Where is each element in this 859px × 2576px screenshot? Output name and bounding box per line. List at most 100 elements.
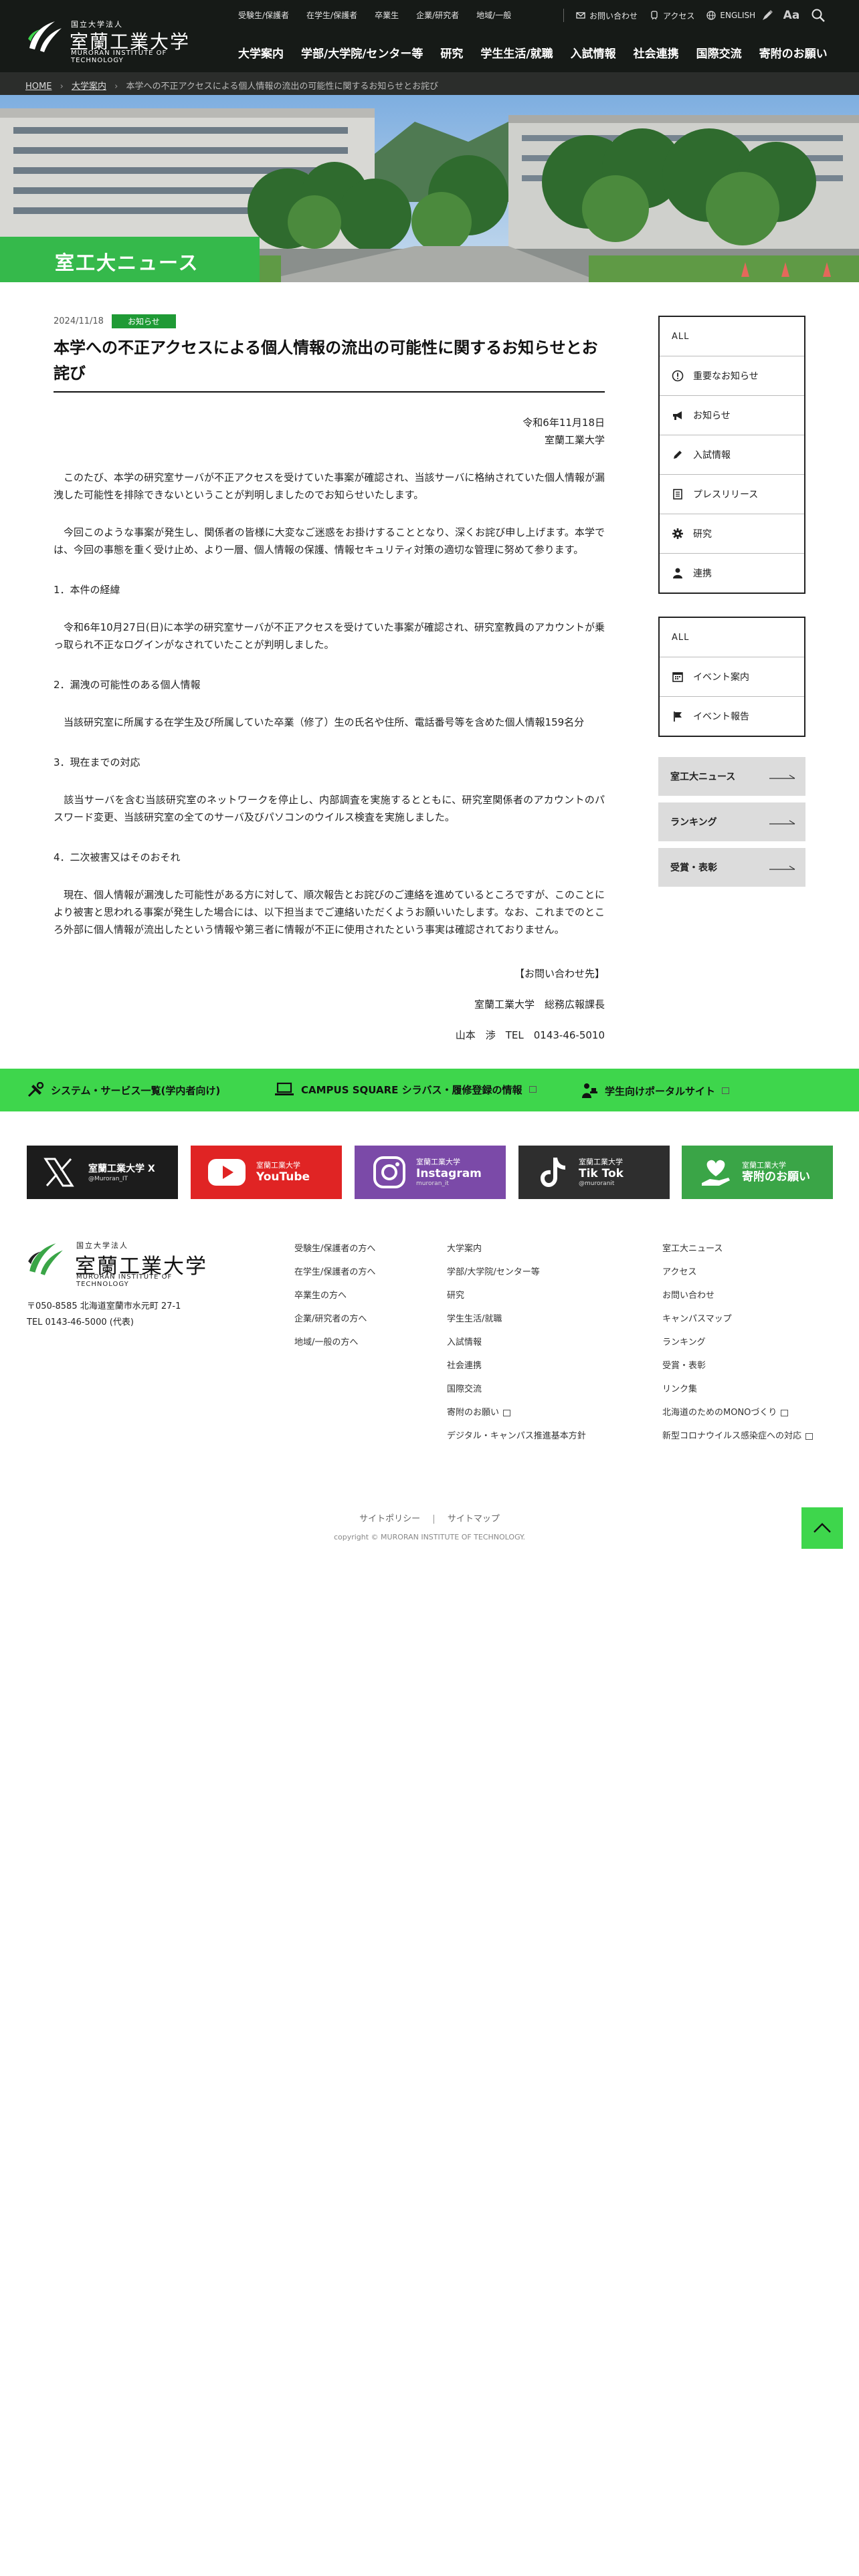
footer-link[interactable]: キャンパスマップ bbox=[662, 1307, 813, 1331]
audience-link-applicants[interactable]: 受験生/保護者 bbox=[238, 9, 289, 23]
font-size-button[interactable]: Aa bbox=[783, 7, 800, 24]
footer-logo-mark-icon bbox=[28, 1243, 63, 1275]
page-top-button[interactable] bbox=[801, 1507, 843, 1549]
nav-international[interactable]: 国際交流 bbox=[696, 44, 742, 61]
footer-link[interactable]: 国際交流 bbox=[447, 1378, 586, 1401]
external-link-icon bbox=[503, 1409, 511, 1416]
news-category-press[interactable]: プレスリリース bbox=[660, 474, 804, 514]
sidebar-button-label: 室工大ニュース bbox=[670, 772, 736, 782]
copyright: copyright © MURORAN INSTITUTE OF TECHNOL… bbox=[333, 1533, 526, 1541]
footer-link-external[interactable]: 新型コロナウイルス感染症への対応 bbox=[662, 1424, 814, 1448]
footer-info-links: 室工大ニュース アクセス お問い合わせ キャンパスマップ ランキング 受賞・表彰… bbox=[662, 1237, 814, 1448]
hero-title: 室工大ニュース bbox=[55, 251, 199, 274]
footer-link[interactable]: 室工大ニュース bbox=[662, 1237, 813, 1261]
site-logo[interactable]: 国立大学法人 室蘭工業大学 MURORAN INSTITUTE OF TECHN… bbox=[25, 16, 206, 64]
footer-link[interactable]: 研究 bbox=[447, 1284, 586, 1307]
social-donation-banner[interactable]: 室蘭工業大学 寄附のお願い bbox=[682, 1146, 833, 1199]
footer-link[interactable]: 学部/大学院/センター等 bbox=[447, 1261, 586, 1284]
pencil-icon bbox=[672, 449, 684, 461]
footer-link[interactable]: リンク集 bbox=[662, 1378, 813, 1401]
footer-link[interactable]: デジタル・キャンパス推進基本方針 bbox=[447, 1424, 586, 1448]
event-category-report[interactable]: イベント報告 bbox=[660, 696, 804, 736]
footer-logo[interactable]: 国立大学法人 室蘭工業大学 MURORAN INSTITUTE OF TECHN… bbox=[25, 1237, 226, 1288]
external-link-icon bbox=[722, 1087, 730, 1094]
quick-link-student-portal[interactable]: 学生向けポータルサイト bbox=[581, 1082, 730, 1099]
sidebar-button-ranking[interactable]: ランキング bbox=[658, 802, 805, 841]
news-category-important[interactable]: 重要なお知らせ bbox=[660, 356, 804, 395]
nav-faculties[interactable]: 学部/大学院/センター等 bbox=[301, 44, 423, 61]
sidebar-button-awards[interactable]: 受賞・表彰 bbox=[658, 848, 805, 887]
footer-link[interactable]: 地域/一般の方へ bbox=[294, 1331, 375, 1354]
access-link[interactable]: アクセス bbox=[650, 10, 694, 21]
footer-divider: | bbox=[432, 1514, 436, 1524]
footer-link[interactable]: 卒業生の方へ bbox=[294, 1284, 375, 1307]
breadcrumb-section[interactable]: 大学案内 bbox=[72, 82, 106, 92]
footer-link[interactable]: 在学生/保護者の方へ bbox=[294, 1261, 375, 1284]
social-instagram-name: Instagram bbox=[416, 1167, 482, 1180]
footer-link-external[interactable]: 寄附のお願い bbox=[447, 1401, 586, 1424]
pen-tool-icon[interactable] bbox=[759, 7, 776, 24]
nav-about[interactable]: 大学案内 bbox=[238, 44, 284, 61]
quick-link-campus-square[interactable]: CAMPUS SQUARE シラバス・履修登録の情報 bbox=[274, 1082, 537, 1097]
nav-research[interactable]: 研究 bbox=[440, 44, 463, 61]
breadcrumb-home[interactable]: HOME bbox=[25, 82, 52, 92]
social-youtube-banner[interactable]: 室蘭工業大学 YouTube bbox=[191, 1146, 342, 1199]
footer-link[interactable]: お問い合わせ bbox=[662, 1284, 813, 1307]
article-paragraph: 令和6年10月27日(日)に本学の研究室サーバが不正アクセスを受けていた事案が確… bbox=[54, 621, 605, 651]
issue-date: 令和6年11月18日 bbox=[522, 417, 605, 429]
event-category-guide[interactable]: イベント案内 bbox=[660, 657, 804, 696]
news-category-all[interactable]: ALL bbox=[660, 317, 804, 356]
nav-admissions[interactable]: 入試情報 bbox=[571, 44, 616, 61]
sidebar-button-label: 受賞・表彰 bbox=[670, 863, 717, 873]
audience-link-alumni[interactable]: 卒業生 bbox=[375, 9, 399, 23]
nav-donation[interactable]: 寄附のお願い bbox=[759, 44, 828, 61]
nav-student-life[interactable]: 学生生活/就職 bbox=[480, 44, 553, 61]
mail-icon bbox=[576, 12, 585, 19]
audience-link-business[interactable]: 企業/研究者 bbox=[416, 9, 459, 23]
footer-link[interactable]: 学生生活/就職 bbox=[447, 1307, 586, 1331]
news-category-label: プレスリリース bbox=[693, 490, 759, 500]
contact-heading: 【お問い合わせ先】 bbox=[514, 968, 605, 980]
audience-link-students[interactable]: 在学生/保護者 bbox=[306, 9, 357, 23]
footer-main-links: 大学案内 学部/大学院/センター等 研究 学生生活/就職 入試情報 社会連携 国… bbox=[447, 1237, 586, 1448]
sitemap-link[interactable]: サイトマップ bbox=[448, 1514, 500, 1524]
social-x-banner[interactable]: 室蘭工業大学 X @Muroran_IT bbox=[27, 1146, 178, 1199]
audience-links: 受験生/保護者 在学生/保護者 卒業生 企業/研究者 地域/一般 bbox=[238, 9, 511, 23]
social-x-handle: @Muroran_IT bbox=[88, 1176, 128, 1182]
footer-link-label: 新型コロナウイルス感染症への対応 bbox=[662, 1431, 802, 1441]
footer-link[interactable]: 大学案内 bbox=[447, 1237, 586, 1261]
contact-link[interactable]: お問い合わせ bbox=[576, 10, 638, 21]
main-navigation: 大学案内 学部/大学院/センター等 研究 学生生活/就職 入試情報 社会連携 国… bbox=[238, 44, 845, 61]
news-category-collaboration[interactable]: 連携 bbox=[660, 553, 804, 593]
news-category-admissions[interactable]: 入試情報 bbox=[660, 435, 804, 474]
footer-link[interactable]: 社会連携 bbox=[447, 1354, 586, 1378]
sidebar-button-label: ランキング bbox=[670, 817, 717, 828]
article-category-badge[interactable]: お知らせ bbox=[111, 314, 176, 328]
social-tiktok-banner[interactable]: 室蘭工業大学 Tik Tok @muroranit bbox=[518, 1146, 670, 1199]
news-category-label: 重要なお知らせ bbox=[693, 371, 759, 382]
footer-link-external[interactable]: 北海道のためのMONOづくり bbox=[662, 1401, 813, 1424]
footer-link[interactable]: アクセス bbox=[662, 1261, 813, 1284]
nav-collaboration[interactable]: 社会連携 bbox=[634, 44, 679, 61]
footer-link[interactable]: 企業/研究者の方へ bbox=[294, 1307, 375, 1331]
contact-block: 【お問い合わせ先】 室蘭工業大学 総務広報課長 山本 渉 TEL 0143-46… bbox=[54, 965, 605, 1044]
footer-link[interactable]: 入試情報 bbox=[447, 1331, 586, 1354]
footer-link[interactable]: 受験生/保護者の方へ bbox=[294, 1237, 375, 1261]
footer-link[interactable]: ランキング bbox=[662, 1331, 813, 1354]
article-paragraph: 該当サーバを含む当該研究室のネットワークを停止し、内部調査を実施するとともに、研… bbox=[54, 794, 605, 823]
audience-link-community[interactable]: 地域/一般 bbox=[476, 9, 511, 23]
event-category-label: イベント案内 bbox=[693, 672, 749, 683]
quick-link-systems[interactable]: システム・サービス一覧(学内者向け) bbox=[27, 1082, 220, 1098]
news-category-notice[interactable]: お知らせ bbox=[660, 395, 804, 435]
social-instagram-banner[interactable]: 室蘭工業大学 Instagram muroran_it bbox=[355, 1146, 506, 1199]
exclamation-circle-icon bbox=[672, 370, 684, 382]
english-link[interactable]: ENGLISH bbox=[706, 11, 755, 20]
article-section-heading: 4．二次被害又はそのおそれ bbox=[54, 851, 181, 863]
search-icon[interactable] bbox=[809, 7, 827, 24]
site-policy-link[interactable]: サイトポリシー bbox=[359, 1514, 420, 1524]
quick-link-label: 学生向けポータルサイト bbox=[605, 1085, 716, 1097]
news-category-research[interactable]: 研究 bbox=[660, 514, 804, 553]
footer-link[interactable]: 受賞・表彰 bbox=[662, 1354, 813, 1378]
event-category-all[interactable]: ALL bbox=[660, 618, 804, 657]
sidebar-button-news[interactable]: 室工大ニュース bbox=[658, 757, 805, 796]
